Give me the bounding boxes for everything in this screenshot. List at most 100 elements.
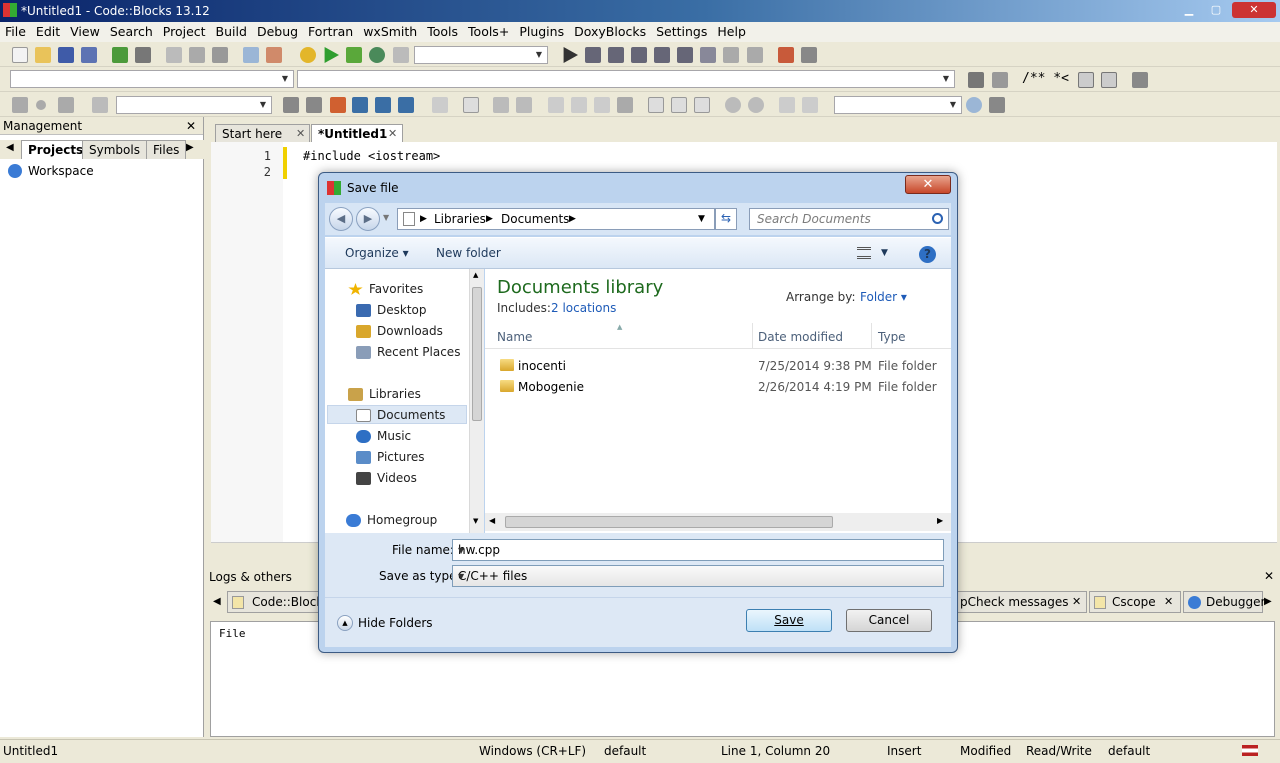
symbol-s-icon[interactable] [779, 97, 795, 113]
prev-bookmark-icon[interactable] [12, 97, 28, 113]
debug-windows-icon[interactable] [778, 47, 794, 63]
breadcrumb-documents[interactable]: Documents [501, 212, 569, 226]
code-line[interactable]: #include <iostream> [303, 149, 440, 163]
file-list-hscrollbar[interactable]: ◀ ▶ [485, 513, 951, 531]
hide-folders-icon[interactable]: ▲ [337, 615, 353, 631]
menu-help[interactable]: Help [712, 22, 751, 39]
build-icon[interactable] [300, 47, 316, 63]
menu-build[interactable]: Build [211, 22, 252, 39]
scroll-down-icon[interactable]: ▼ [473, 517, 478, 525]
cancel-button[interactable]: Cancel [846, 609, 932, 632]
new-file-icon[interactable] [12, 47, 28, 63]
help-icon[interactable]: ? [919, 246, 936, 263]
minimize-button[interactable]: ▁ [1176, 2, 1202, 18]
redo-icon[interactable] [135, 47, 151, 63]
next-instruction-icon[interactable] [677, 47, 693, 63]
match-case-icon[interactable] [375, 97, 391, 113]
symbol-c-icon[interactable] [802, 97, 818, 113]
static-text-icon[interactable] [516, 97, 532, 113]
address-dropdown-icon[interactable]: ▼ [698, 214, 705, 224]
replace-icon[interactable] [266, 47, 282, 63]
search-next-icon[interactable] [306, 97, 322, 113]
includes-link[interactable]: 2 locations [551, 301, 616, 315]
scroll-right-icon[interactable]: ▶ [937, 516, 943, 525]
doxy-chm-icon[interactable] [1101, 72, 1117, 88]
refresh-icon[interactable]: ⇆ [715, 208, 737, 230]
management-close-button[interactable]: ✕ [186, 119, 196, 133]
search-icon[interactable] [966, 97, 982, 113]
button-widget-icon[interactable] [548, 97, 564, 113]
menu-settings[interactable]: Settings [651, 22, 712, 39]
close-button[interactable]: ✕ [1232, 2, 1276, 18]
stop-icon[interactable] [747, 47, 763, 63]
listbox-widget-icon[interactable] [617, 97, 633, 113]
nav-recent-places[interactable]: Recent Places [356, 345, 460, 359]
nav-downloads[interactable]: Downloads [356, 324, 443, 338]
pause-icon[interactable] [723, 47, 739, 63]
scroll-thumb[interactable] [472, 287, 482, 421]
search-input[interactable]: Search Documents [749, 208, 949, 230]
recent-locations-icon[interactable]: ▼ [383, 213, 389, 222]
run-to-cursor-icon[interactable] [585, 47, 601, 63]
menu-wxsmith[interactable]: wxSmith [358, 22, 422, 39]
menu-plugins[interactable]: Plugins [514, 22, 569, 39]
forward-button[interactable]: ▶ [356, 207, 380, 231]
tab-scroll-right[interactable]: ▶ [1264, 596, 1272, 607]
undo-icon[interactable] [112, 47, 128, 63]
menu-search[interactable]: Search [105, 22, 158, 39]
tab-start-here[interactable]: Start here ✕ [215, 124, 310, 143]
zoom-in-icon[interactable] [725, 97, 741, 113]
nav-music[interactable]: Music [356, 429, 411, 443]
back-button[interactable]: ◀ [329, 207, 353, 231]
paste-icon[interactable] [212, 47, 228, 63]
save-all-icon[interactable] [81, 47, 97, 63]
selected-text-icon[interactable] [352, 97, 368, 113]
column-date-modified[interactable]: Date modified [758, 330, 843, 344]
run-icon[interactable] [324, 47, 339, 63]
next-bookmark-icon[interactable] [58, 97, 74, 113]
tab-untitled1[interactable]: *Untitled1 ✕ [311, 124, 403, 143]
scroll-up-icon[interactable]: ▲ [473, 271, 478, 279]
doxy-prefs-icon[interactable] [1132, 72, 1148, 88]
doxy-html-icon[interactable] [1078, 72, 1094, 88]
symbol-select[interactable]: ▼ [834, 96, 962, 114]
doxy-wizard-icon[interactable] [968, 72, 984, 88]
nav-documents[interactable]: Documents [356, 408, 445, 422]
close-icon[interactable]: ✕ [1072, 595, 1081, 608]
tab-files[interactable]: Files [146, 140, 187, 159]
abort-icon[interactable] [393, 47, 409, 63]
menu-tools[interactable]: Tools [422, 22, 463, 39]
column-type[interactable]: Type [878, 330, 906, 344]
tab-codeblocks-log[interactable]: Code::Blocks [227, 591, 330, 613]
navigation-scrollbar[interactable]: ▲ ▼ [470, 269, 484, 533]
dialog-close-button[interactable]: ✕ [905, 175, 951, 194]
savetype-select[interactable]: C/C++ files ▼ [452, 565, 944, 587]
find-icon[interactable] [243, 47, 259, 63]
menu-file[interactable]: File [0, 22, 31, 39]
scroll-left-icon[interactable]: ◀ [489, 516, 495, 525]
doxy-extract-icon[interactable] [992, 72, 1008, 88]
step-into-icon[interactable] [631, 47, 647, 63]
nav-pictures[interactable]: Pictures [356, 450, 425, 464]
debug-run-icon[interactable] [563, 47, 578, 63]
clear-bookmarks-icon[interactable] [92, 97, 108, 113]
sizer3-icon[interactable] [694, 97, 710, 113]
view-options-icon[interactable] [857, 247, 871, 259]
chevron-down-icon[interactable]: ▼ [458, 572, 940, 581]
chevron-down-icon[interactable]: ▼ [458, 546, 940, 555]
various-info-icon[interactable] [801, 47, 817, 63]
menu-fortran[interactable]: Fortran [303, 22, 358, 39]
tab-scroll-left[interactable]: ◀ [6, 142, 14, 153]
search-prev-icon[interactable] [283, 97, 299, 113]
tab-cscope[interactable]: Cscope ✕ [1089, 591, 1181, 613]
column-name[interactable]: Name [497, 330, 532, 344]
scope-select[interactable]: ▼ [10, 70, 294, 88]
tab-cppcheck-messages[interactable]: pCheck messages ✕ [957, 591, 1087, 613]
incremental-search-input[interactable]: ▼ [116, 96, 272, 114]
tab-scroll-left[interactable]: ◀ [213, 596, 221, 607]
arrange-select[interactable]: Folder ▾ [860, 290, 907, 304]
menu-tools-plus[interactable]: Tools+ [463, 22, 514, 39]
filename-input[interactable]: hw.cpp ▼ [452, 539, 944, 561]
function-select[interactable]: ▼ [297, 70, 955, 88]
toggle-bookmark-icon[interactable] [36, 100, 46, 110]
